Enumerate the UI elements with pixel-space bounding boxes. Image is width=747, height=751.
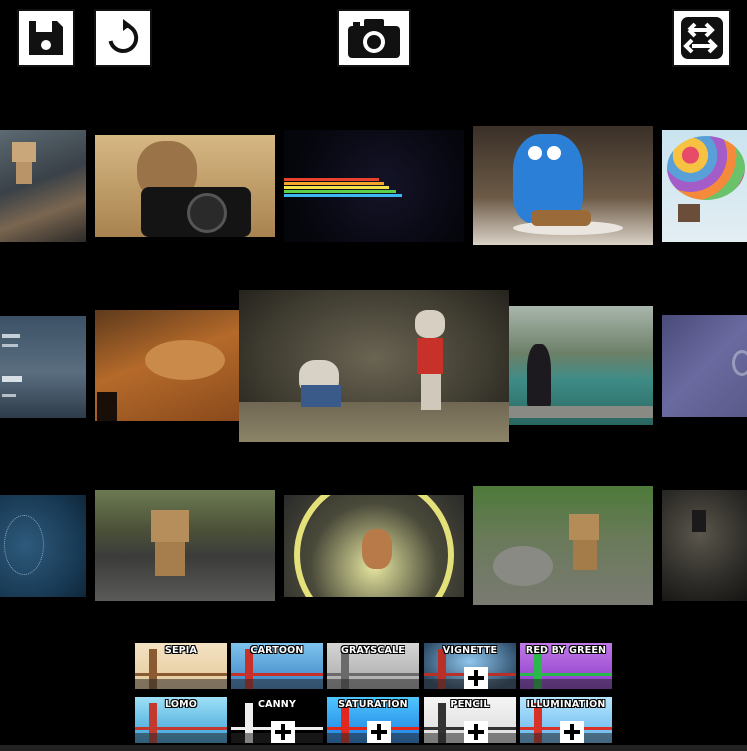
bridge-deck	[231, 673, 323, 676]
filter-saturation[interactable]: SATURATION	[327, 697, 419, 743]
filter-label: LOMO	[164, 699, 198, 710]
filter-illumination[interactable]: ILLUMINATION	[520, 697, 612, 743]
bridge-deck	[135, 673, 227, 676]
filter-pencil[interactable]: PENCIL	[424, 697, 516, 743]
camera-button[interactable]	[337, 9, 411, 67]
gallery-photo[interactable]	[473, 486, 653, 605]
floppy-disk-icon	[29, 21, 63, 55]
gallery-photo[interactable]	[509, 306, 653, 425]
gallery-photo[interactable]	[662, 130, 747, 242]
gallery-photo[interactable]	[0, 495, 86, 597]
filter-label: SEPIA	[164, 645, 198, 656]
gallery-photo[interactable]	[0, 316, 86, 418]
gallery-photo[interactable]	[95, 490, 275, 601]
filter-label: PENCIL	[450, 699, 490, 710]
bottom-bar	[0, 745, 747, 751]
filter-ground	[231, 679, 323, 689]
gallery-photo[interactable]	[284, 495, 464, 597]
filter-ground	[135, 733, 227, 743]
swap-camera-button[interactable]	[672, 9, 731, 67]
filter-label: SATURATION	[338, 699, 408, 710]
save-button[interactable]	[17, 9, 75, 67]
gallery-photo[interactable]	[95, 135, 275, 237]
filter-red-by-green[interactable]: RED BY GREEN	[520, 643, 612, 689]
bridge-deck	[135, 727, 227, 730]
gallery-photo-selected[interactable]	[239, 290, 509, 442]
filter-lomo[interactable]: LOMO	[135, 697, 227, 743]
filter-cartoon[interactable]: CARTOON	[231, 643, 323, 689]
filter-ground	[327, 679, 419, 689]
filter-canny[interactable]: CANNY	[231, 697, 323, 743]
gallery-photo[interactable]	[662, 490, 747, 601]
swap-arrows-icon	[680, 17, 723, 59]
filter-sepia[interactable]: SEPIA	[135, 643, 227, 689]
filter-label: CANNY	[257, 699, 297, 710]
filter-label: CARTOON	[250, 645, 304, 656]
filter-vignette[interactable]: VIGNETTE	[424, 643, 516, 689]
filter-label: VIGNETTE	[442, 645, 498, 656]
bridge-deck	[520, 673, 612, 676]
filter-label: RED BY GREEN	[525, 645, 607, 656]
plus-icon	[560, 721, 584, 743]
gallery-photo[interactable]	[284, 130, 464, 242]
gallery-photo[interactable]	[0, 130, 86, 242]
plus-icon	[464, 721, 488, 743]
gallery-photo[interactable]	[95, 310, 240, 421]
bridge-deck	[327, 673, 419, 676]
gallery-photo[interactable]	[473, 126, 653, 245]
plus-icon	[367, 721, 391, 743]
filter-label: ILLUMINATION	[526, 699, 606, 710]
filter-ground	[520, 679, 612, 689]
rotate-icon	[108, 19, 139, 53]
plus-icon	[464, 667, 488, 689]
filter-label: GRAYSCALE	[341, 645, 405, 656]
filter-ground	[135, 679, 227, 689]
gallery-photo[interactable]	[662, 315, 747, 417]
plus-icon	[271, 721, 295, 743]
camera-icon	[348, 19, 400, 58]
filter-grayscale[interactable]: GRAYSCALE	[327, 643, 419, 689]
reset-button[interactable]	[94, 9, 152, 67]
